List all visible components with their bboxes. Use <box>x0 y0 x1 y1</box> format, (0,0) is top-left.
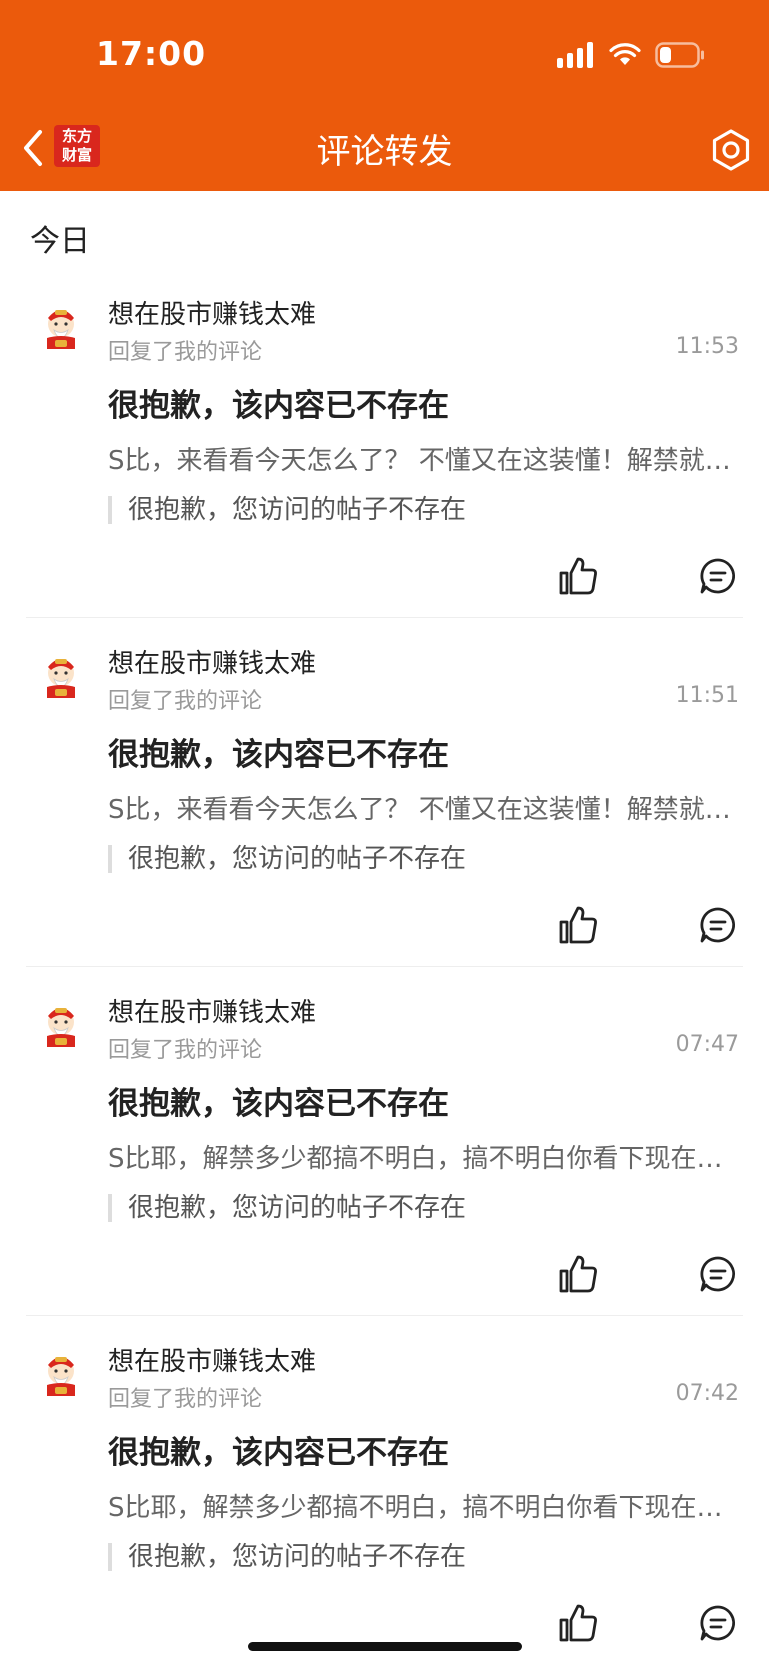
comment-icon[interactable] <box>698 556 738 596</box>
headline[interactable]: 很抱歉，该内容已不存在 <box>108 380 449 425</box>
action-text: 回复了我的评论 <box>108 1387 263 1412</box>
reply-body[interactable]: S比，来看看今天怎么了？ 不懂又在这装懂！解禁就是影响 <box>108 789 740 826</box>
section-label-today: 今日 <box>30 224 90 259</box>
settings-icon[interactable] <box>709 128 753 172</box>
quoted-post[interactable]: 很抱歉，您访问的帖子不存在 <box>108 1543 466 1571</box>
avatar[interactable] <box>38 304 84 350</box>
like-icon[interactable] <box>556 554 600 598</box>
comment-icon[interactable] <box>698 1254 738 1294</box>
page-title: 评论转发 <box>316 132 453 172</box>
like-icon[interactable] <box>556 1601 600 1645</box>
timestamp: 07:47 <box>675 1032 739 1057</box>
timestamp: 11:53 <box>675 334 739 359</box>
comment-icon[interactable] <box>698 905 738 945</box>
action-text: 回复了我的评论 <box>108 1038 263 1063</box>
headline[interactable]: 很抱歉，该内容已不存在 <box>108 729 449 774</box>
list-item[interactable]: 想在股市赚钱太难 回复了我的评论 11:53 很抱歉，该内容已不存在 S比，来看… <box>0 268 769 617</box>
action-text: 回复了我的评论 <box>108 340 263 365</box>
reply-body[interactable]: S比，来看看今天怎么了？ 不懂又在这装懂！解禁就是影响 <box>108 440 740 477</box>
quoted-post[interactable]: 很抱歉，您访问的帖子不存在 <box>108 845 466 873</box>
list-item[interactable]: 想在股市赚钱太难 回复了我的评论 07:42 很抱歉，该内容已不存在 S比耶，解… <box>0 1315 769 1664</box>
comment-icon[interactable] <box>698 1603 738 1643</box>
notification-list: 想在股市赚钱太难 回复了我的评论 11:53 很抱歉，该内容已不存在 S比，来看… <box>0 268 769 1664</box>
reply-body[interactable]: S比耶，解禁多少都搞不明白，搞不明白你看下现在的行情 <box>108 1138 740 1175</box>
list-item[interactable]: 想在股市赚钱太难 回复了我的评论 07:47 很抱歉，该内容已不存在 S比耶，解… <box>0 966 769 1315</box>
home-indicator[interactable] <box>248 1642 522 1651</box>
header-bar: 17:00 东方 财富 评论转发 <box>0 0 769 191</box>
username[interactable]: 想在股市赚钱太难 <box>108 643 316 680</box>
avatar[interactable] <box>38 1351 84 1397</box>
headline[interactable]: 很抱歉，该内容已不存在 <box>108 1078 449 1123</box>
avatar[interactable] <box>38 1002 84 1048</box>
username[interactable]: 想在股市赚钱太难 <box>108 294 316 331</box>
username[interactable]: 想在股市赚钱太难 <box>108 1341 316 1378</box>
action-text: 回复了我的评论 <box>108 689 263 714</box>
battery-icon <box>655 42 704 68</box>
like-icon[interactable] <box>556 1252 600 1296</box>
status-time: 17:00 <box>96 34 207 73</box>
status-icons <box>557 40 705 70</box>
wifi-icon <box>609 43 641 65</box>
like-icon[interactable] <box>556 903 600 947</box>
username[interactable]: 想在股市赚钱太难 <box>108 992 316 1029</box>
headline[interactable]: 很抱歉，该内容已不存在 <box>108 1427 449 1472</box>
timestamp: 07:42 <box>675 1381 739 1406</box>
reply-body[interactable]: S比耶，解禁多少都搞不明白，搞不明白你看下现在的行情 <box>108 1487 740 1524</box>
signal-icon <box>557 42 593 68</box>
quoted-post[interactable]: 很抱歉，您访问的帖子不存在 <box>108 496 466 524</box>
avatar[interactable] <box>38 653 84 699</box>
timestamp: 11:51 <box>675 683 739 708</box>
quoted-post[interactable]: 很抱歉，您访问的帖子不存在 <box>108 1194 466 1222</box>
list-item[interactable]: 想在股市赚钱太难 回复了我的评论 11:51 很抱歉，该内容已不存在 S比，来看… <box>0 617 769 966</box>
